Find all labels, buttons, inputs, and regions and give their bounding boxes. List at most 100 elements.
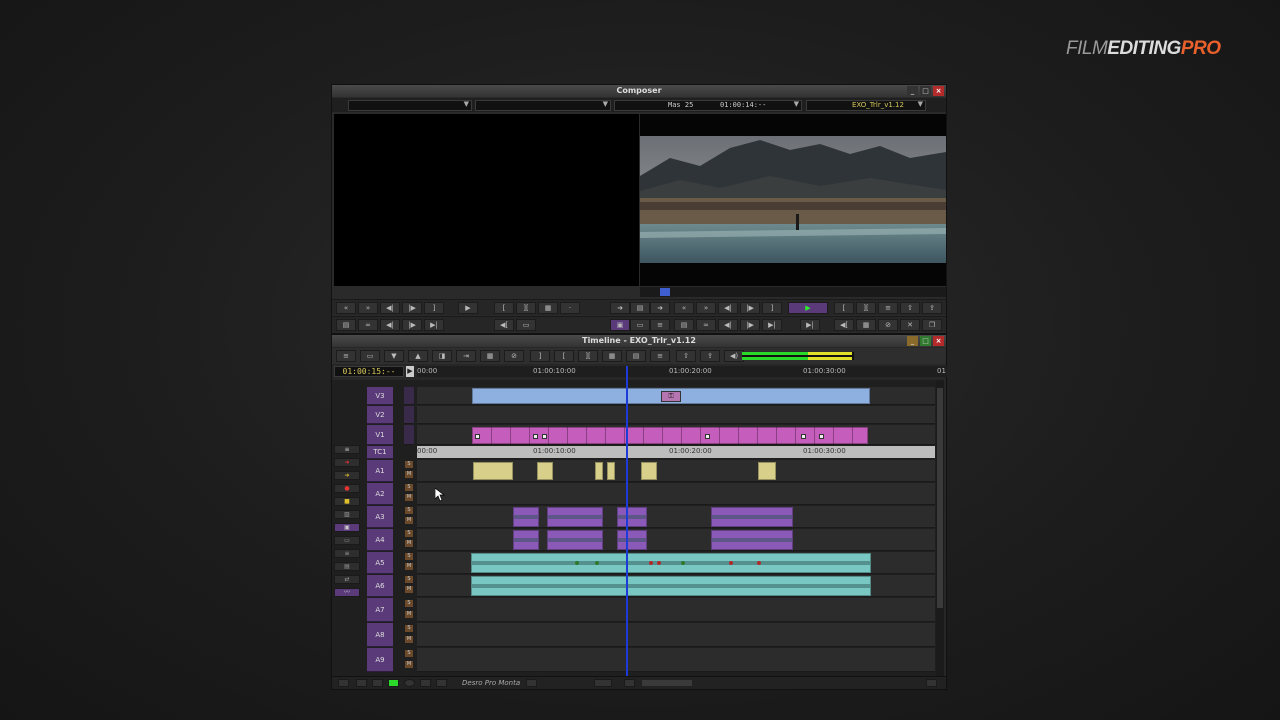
step-back-button[interactable]: ◀| bbox=[380, 302, 400, 314]
clear-out-button[interactable]: ▭ bbox=[516, 319, 536, 331]
track-v3[interactable]: ⚿ bbox=[417, 387, 935, 405]
timeline-out-button[interactable]: ] bbox=[530, 350, 550, 362]
solo-button[interactable]: S bbox=[405, 553, 413, 560]
effects-button[interactable] bbox=[356, 679, 367, 687]
image-tool[interactable]: ▨ bbox=[334, 510, 360, 519]
timeline-grid-button[interactable]: ▦ bbox=[480, 350, 500, 362]
source-play-button[interactable]: ▶ bbox=[458, 302, 478, 314]
record-play-button[interactable]: ▶ bbox=[788, 302, 828, 314]
mute-button[interactable]: M bbox=[405, 636, 413, 643]
match-frame-button[interactable]: ▦ bbox=[538, 302, 558, 314]
solo-button[interactable]: S bbox=[405, 484, 413, 491]
export-button[interactable]: ⇪ bbox=[922, 302, 942, 314]
rec-toolset-button[interactable]: ▤ bbox=[674, 319, 694, 331]
solo-button[interactable]: S bbox=[405, 650, 413, 657]
solo-button[interactable]: S bbox=[405, 507, 413, 514]
record-dot-button[interactable]: · bbox=[560, 302, 580, 314]
track-a5[interactable] bbox=[417, 552, 935, 574]
track-label-a7[interactable]: A7 bbox=[367, 598, 393, 622]
music-clip[interactable] bbox=[471, 553, 871, 573]
audio-clip[interactable] bbox=[607, 462, 615, 480]
solo-button[interactable]: S bbox=[405, 576, 413, 583]
mute-button[interactable]: M bbox=[405, 586, 413, 593]
expand-button[interactable]: ▲ bbox=[408, 350, 428, 362]
timeline-titlebar[interactable]: Timeline - EXO_Trlr_v1.12 _ □ × bbox=[332, 335, 946, 347]
track-a9[interactable] bbox=[417, 648, 935, 672]
mark-in-button[interactable]: [ bbox=[494, 302, 514, 314]
mute-button[interactable]: M bbox=[405, 494, 413, 501]
rec-rewind-button[interactable]: « bbox=[674, 302, 694, 314]
track-menu-button[interactable]: ≡ bbox=[334, 445, 360, 454]
music-clip[interactable] bbox=[471, 576, 871, 596]
scroll-right-button[interactable] bbox=[926, 679, 937, 687]
minimize-button[interactable]: _ bbox=[907, 86, 918, 96]
rec-mark-clip-button[interactable]: ][ bbox=[856, 302, 876, 314]
track-v1[interactable] bbox=[417, 425, 935, 445]
go-to-in-button[interactable]: ▶| bbox=[424, 319, 444, 331]
toolset-button[interactable]: ▤ bbox=[336, 319, 356, 331]
solo-button[interactable]: S bbox=[405, 625, 413, 632]
track-a1[interactable] bbox=[417, 460, 935, 482]
mute-button[interactable]: M bbox=[405, 563, 413, 570]
lift-tool[interactable]: ▤ bbox=[334, 562, 360, 571]
audio-clip[interactable] bbox=[617, 507, 647, 527]
track-label-a2[interactable]: A2 bbox=[367, 483, 393, 505]
track-label-a1[interactable]: A1 bbox=[367, 460, 393, 482]
horizontal-scroll-thumb[interactable] bbox=[642, 680, 692, 686]
close-button[interactable]: × bbox=[933, 86, 944, 96]
record-monitor[interactable] bbox=[640, 114, 946, 286]
audio-clip[interactable] bbox=[547, 530, 603, 550]
source-menu-dropdown[interactable]: ▼ bbox=[348, 100, 472, 111]
playhead[interactable] bbox=[626, 366, 628, 676]
up-arrow-button[interactable] bbox=[436, 679, 447, 687]
disable-button[interactable]: ⊘ bbox=[878, 319, 898, 331]
rec-go-to-in-button[interactable]: ▶| bbox=[800, 319, 820, 331]
rec-step-back-button[interactable]: ◀| bbox=[718, 302, 738, 314]
timeline-disable-button[interactable]: ⊘ bbox=[504, 350, 524, 362]
timeline-match-button[interactable]: ▦ bbox=[602, 350, 622, 362]
track-label-a5[interactable]: A5 bbox=[367, 552, 393, 574]
mark-out-button[interactable]: ] bbox=[424, 302, 444, 314]
vertical-scrollbar[interactable] bbox=[936, 380, 944, 676]
timeline-extract-button[interactable]: ⇧ bbox=[676, 350, 696, 362]
step-forward-button[interactable]: |▶ bbox=[402, 302, 422, 314]
thumbnail-button[interactable] bbox=[372, 679, 383, 687]
audio-clip[interactable] bbox=[513, 530, 539, 550]
rec-go-to-out-button[interactable]: ▶| bbox=[762, 319, 782, 331]
ripple-tool[interactable]: ≡ bbox=[334, 549, 360, 558]
title-clip[interactable]: ⚿ bbox=[472, 388, 870, 404]
close-button[interactable]: × bbox=[933, 336, 944, 346]
track-monitor-v2[interactable] bbox=[404, 406, 414, 424]
clear-in-button[interactable]: ◀[ bbox=[494, 319, 514, 331]
track-view-button[interactable] bbox=[338, 679, 349, 687]
rec-cut-button[interactable]: ✕ bbox=[900, 319, 920, 331]
play-triangle-icon[interactable]: ▶ bbox=[406, 366, 414, 377]
rec-step-forward-button[interactable]: |▶ bbox=[740, 302, 760, 314]
down-arrow-button[interactable] bbox=[420, 679, 431, 687]
timeline-mark-button[interactable]: ◨ bbox=[432, 350, 452, 362]
track-monitor-v1[interactable] bbox=[404, 425, 414, 445]
mute-button[interactable]: M bbox=[405, 471, 413, 478]
speaker-icon[interactable]: ◀) bbox=[724, 350, 744, 362]
waveform-tool[interactable]: 〰 bbox=[334, 588, 360, 597]
track-a8[interactable] bbox=[417, 623, 935, 647]
audio-clip[interactable] bbox=[617, 530, 647, 550]
rec-mark-in-button[interactable]: [ bbox=[834, 302, 854, 314]
audio-clip[interactable] bbox=[537, 462, 553, 480]
video-clip-sequence[interactable] bbox=[472, 427, 868, 444]
split-view-button[interactable]: ▭ bbox=[630, 319, 650, 331]
solo-button[interactable]: S bbox=[405, 530, 413, 537]
track-monitor-v3[interactable] bbox=[404, 387, 414, 405]
track-label-a8[interactable]: A8 bbox=[367, 623, 393, 647]
track-a7[interactable] bbox=[417, 598, 935, 622]
track-label-a3[interactable]: A3 bbox=[367, 506, 393, 528]
track-label-a6[interactable]: A6 bbox=[367, 575, 393, 597]
timeline-view-button[interactable]: ▭ bbox=[360, 350, 380, 362]
audio-clip[interactable] bbox=[758, 462, 776, 480]
settings-button[interactable]: ≡ bbox=[650, 319, 670, 331]
track-label-v3[interactable]: V3 bbox=[367, 387, 393, 405]
audio-clip[interactable] bbox=[513, 507, 539, 527]
mute-button[interactable]: M bbox=[405, 517, 413, 524]
composer-titlebar[interactable]: Composer _ □ × bbox=[332, 85, 946, 97]
track-label-a9[interactable]: A9 bbox=[367, 648, 393, 672]
